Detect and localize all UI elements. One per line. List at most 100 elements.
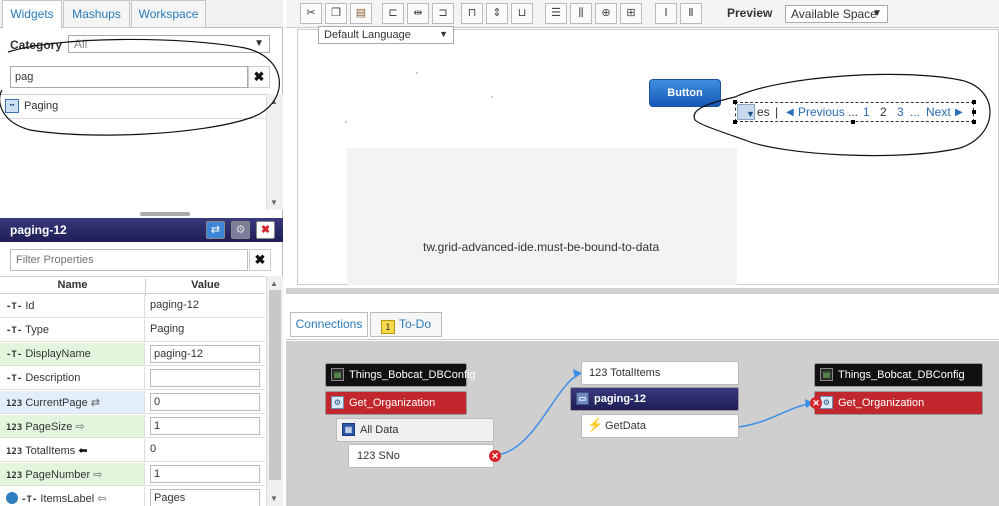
scroll-down-icon[interactable]: ▼ <box>270 494 278 503</box>
table-row: -T- ItemsLabel ⇦ Pages <box>0 487 265 506</box>
property-label: Type <box>25 324 49 336</box>
string-type-icon: -T- <box>6 350 23 360</box>
event-node-getdata[interactable]: ⚡ GetData <box>581 414 739 438</box>
service-node-right[interactable]: ⚙ Get_Organization <box>814 391 983 415</box>
string-type-icon: -T- <box>21 495 38 505</box>
close-icon: ✖ <box>260 224 271 236</box>
annotation-overlay <box>0 38 991 157</box>
property-label: ItemsLabel <box>40 493 95 505</box>
filter-properties-input[interactable] <box>10 249 248 271</box>
table-row: 123 PageSize ⇨ 1 <box>0 415 265 438</box>
property-label: CurrentPage <box>25 397 88 409</box>
scrollbar-thumb[interactable] <box>269 290 281 480</box>
node-label: SNo <box>378 450 400 462</box>
properties-scrollbar[interactable]: ▲ ▼ <box>266 276 283 506</box>
number-type-icon: 123 <box>589 367 608 379</box>
share-button[interactable]: ⇄ <box>206 221 225 239</box>
service-node-left[interactable]: ⚙ Get_Organization <box>325 391 467 415</box>
property-label: DisplayName <box>25 348 91 360</box>
connections-diagram: ▤ Things_Bobcat_DBConfig ⚙ Get_Organizatio… <box>286 341 999 506</box>
all-data-node[interactable]: ▦ All Data <box>336 418 494 442</box>
event-wire-getdata-to-service <box>738 402 815 428</box>
properties-title: paging-12 <box>10 223 67 237</box>
thing-node-left[interactable]: ▤ Things_Bobcat_DBConfig <box>325 363 476 387</box>
node-label: TotalItems <box>610 367 661 379</box>
property-label: Description <box>25 372 81 384</box>
property-name: -T- DisplayName <box>0 343 145 365</box>
clear-filter-button[interactable]: ✖ <box>249 249 271 271</box>
node-label: Things_Bobcat_DBConfig <box>349 369 476 381</box>
string-type-icon: -T- <box>6 326 23 336</box>
property-name: -T- Id <box>0 295 145 317</box>
thing-icon: ▤ <box>820 368 833 381</box>
arrow-left-icon: ⇦ <box>97 493 107 505</box>
remove-widget-button[interactable]: ✖ <box>256 221 275 239</box>
number-type-icon: 123 <box>6 471 23 481</box>
number-type-icon: 123 <box>6 447 23 457</box>
property-label: PageNumber <box>25 469 91 481</box>
binding-wire-sno-to-totalitems <box>495 372 583 456</box>
properties-table-header: Name Value <box>0 276 265 296</box>
property-name: 123 PageSize ⇨ <box>0 415 145 437</box>
arrow-right-icon: ⇨ <box>93 469 103 481</box>
node-label: paging-12 <box>594 393 646 405</box>
bottom-tab-bar: Connections 1 To-Do <box>286 294 999 340</box>
column-header-value: Value <box>145 279 265 296</box>
share-icon: ⇄ <box>210 224 221 236</box>
arrow-right-icon: ⇨ <box>75 421 85 433</box>
todo-icon: 1 <box>380 320 395 334</box>
node-label: Things_Bobcat_DBConfig <box>838 369 965 381</box>
widget-node-paging[interactable]: ▭ paging-12 <box>570 387 739 411</box>
number-type-icon: 123 <box>357 450 376 462</box>
itemslabel-input[interactable]: Pages <box>150 489 260 506</box>
property-name: 123 TotalItems ⬅ <box>0 439 145 461</box>
thing-node-right[interactable]: ▤ Things_Bobcat_DBConfig <box>814 363 983 387</box>
service-icon: ⚙ <box>331 396 344 409</box>
table-row: -T- DisplayName paging-12 <box>0 343 265 366</box>
property-label: PageSize <box>25 421 73 433</box>
property-node-totalitems[interactable]: 123 TotalItems <box>581 361 739 385</box>
number-type-icon: 123 <box>6 423 23 433</box>
property-value: Paging <box>150 323 185 335</box>
panel-splitter-handle[interactable] <box>140 212 190 216</box>
tab-connections[interactable]: Connections <box>290 312 368 337</box>
node-label: All Data <box>360 424 399 436</box>
bidirectional-binding-icon: ⇄ <box>90 397 100 409</box>
property-value: 0 <box>150 443 157 455</box>
gear-icon: ⚙ <box>235 224 246 236</box>
property-name: -T- Description <box>0 367 145 389</box>
column-header-name: Name <box>57 279 88 291</box>
annotation-ellipse-left <box>0 38 280 136</box>
annotation-ellipse-right <box>693 73 991 157</box>
number-type-icon: 123 <box>6 399 23 409</box>
property-value: paging-12 <box>150 299 199 311</box>
tab-todo[interactable]: 1 To-Do <box>370 312 442 337</box>
close-icon: ✖ <box>254 252 266 267</box>
remove-binding-icon[interactable]: ✕ <box>489 450 501 462</box>
data-icon: ▦ <box>342 423 355 436</box>
currentpage-input[interactable]: 0 <box>150 393 260 411</box>
pagenumber-input[interactable]: 1 <box>150 465 260 483</box>
pagesize-input[interactable]: 1 <box>150 417 260 435</box>
grid-bind-message: tw.grid-advanced-ide.must-be-bound-to-da… <box>423 240 660 254</box>
node-label: Get_Organization <box>838 397 925 409</box>
properties-header: paging-12 ⇄ ⚙ ✖ <box>0 218 283 242</box>
tab-todo-label: To-Do <box>398 317 431 331</box>
arrow-left-icon: ⬅ <box>78 445 88 457</box>
settings-button[interactable]: ⚙ <box>231 221 250 239</box>
displayname-input[interactable]: paging-12 <box>150 345 260 363</box>
string-type-icon: -T- <box>6 374 23 384</box>
property-label: Id <box>25 300 35 312</box>
property-name: 123 CurrentPage ⇄ <box>0 391 145 413</box>
table-row: 123 PageNumber ⇨ 1 <box>0 463 265 486</box>
table-row: -T- Description <box>0 367 265 390</box>
property-name: 123 PageNumber ⇨ <box>0 463 145 485</box>
scroll-up-icon[interactable]: ▲ <box>270 279 278 288</box>
table-row: -T- Id paging-12 <box>0 295 265 318</box>
property-name: -T- Type <box>0 319 145 341</box>
description-input[interactable] <box>150 369 260 387</box>
property-name: -T- ItemsLabel ⇦ <box>0 487 145 506</box>
remove-binding-icon[interactable]: ✕ <box>810 397 822 409</box>
field-node-sno[interactable]: 123 SNo <box>348 444 494 468</box>
property-label: TotalItems <box>25 445 76 457</box>
